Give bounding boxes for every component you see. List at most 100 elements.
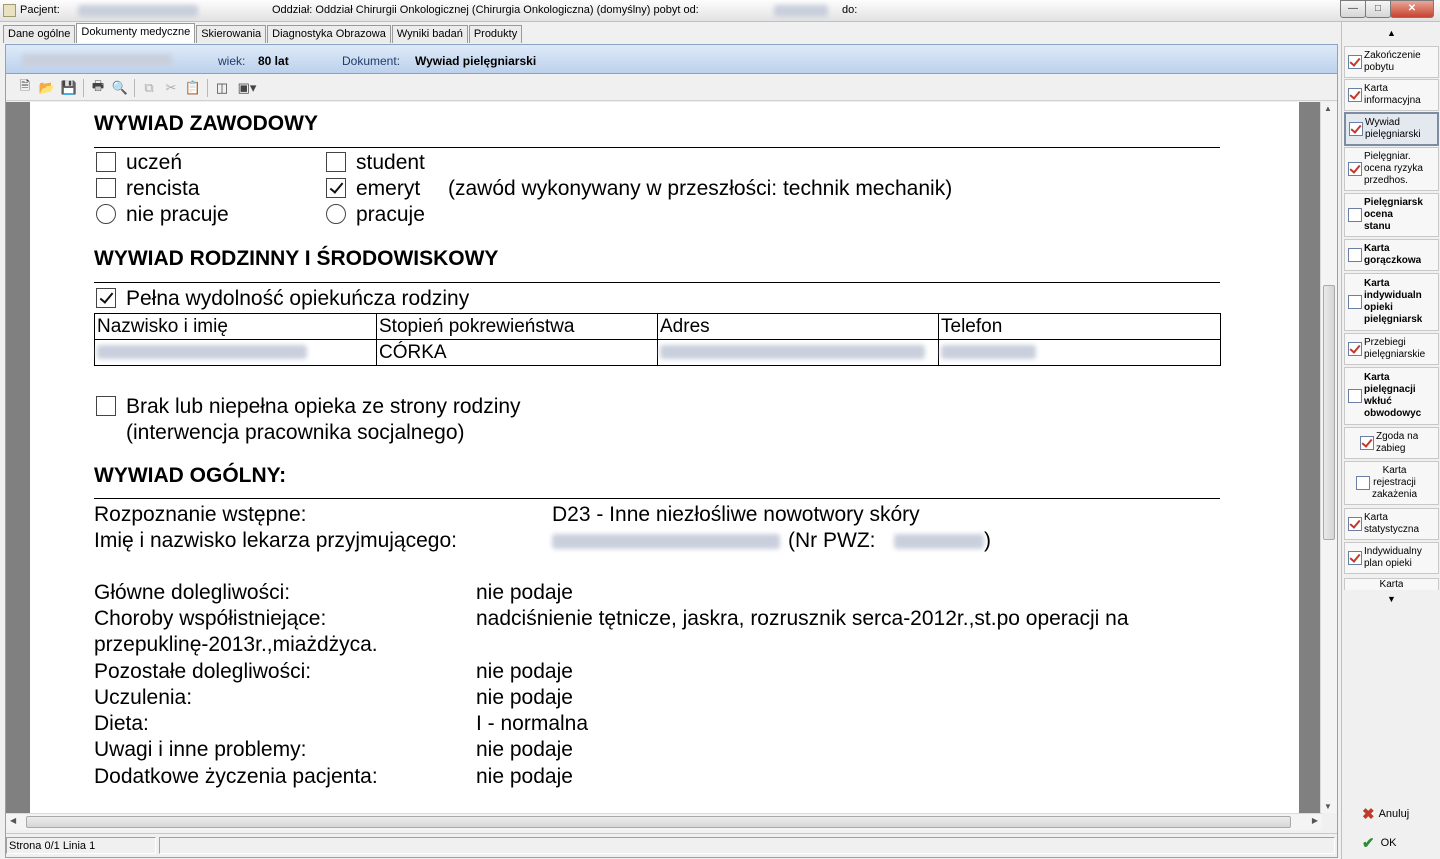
print-preview-icon[interactable]: 🔍 bbox=[109, 78, 131, 98]
horizontal-scrollbar[interactable]: ◀ ▶ bbox=[6, 813, 1322, 830]
sidebar-item-karta-statystyczna[interactable]: Karta statystyczna bbox=[1344, 508, 1439, 540]
document-panel: wiek: 80 lat Dokument: Wywiad pielęgniar… bbox=[5, 44, 1338, 858]
sidebar-scroll-down-icon[interactable]: ▼ bbox=[1344, 592, 1439, 606]
comorbidities-value: nadciśnienie tętnicze, jaskra, rozruszni… bbox=[476, 607, 1129, 630]
cut-icon[interactable]: ✂ bbox=[160, 78, 182, 98]
status-bar: Strona 0/1 Linia 1 bbox=[6, 833, 1337, 857]
document-viewport[interactable]: WYWIAD ZAWODOWY uczeń student rencista e… bbox=[6, 102, 1322, 813]
close-button[interactable]: ✕ bbox=[1390, 0, 1434, 18]
sidebar-item-ocena-ryzyka[interactable]: Pielęgniar. ocena ryzyka przedhos. bbox=[1344, 147, 1439, 191]
tab-dane-ogolne[interactable]: Dane ogólne bbox=[3, 25, 76, 43]
checkbox-rencista[interactable] bbox=[96, 178, 116, 198]
checklist-icon bbox=[1348, 55, 1362, 69]
checklist-icon bbox=[1348, 162, 1362, 176]
checkbox-lack-family-care[interactable] bbox=[96, 396, 116, 416]
checklist-icon bbox=[1348, 88, 1362, 102]
contact-address-cell bbox=[657, 339, 939, 366]
document-icon bbox=[1348, 389, 1362, 403]
open-folder-icon[interactable]: 📂 bbox=[36, 78, 58, 98]
ok-label: OK bbox=[1380, 837, 1397, 849]
option-student-label: student bbox=[356, 151, 425, 174]
sidebar-item-ocena-stanu[interactable]: Pielęgniarsk ocena stanu bbox=[1344, 193, 1439, 237]
document-sidebar: ▲ Zakończenie pobytu Karta informacyjna … bbox=[1341, 22, 1440, 859]
sidebar-item-label: Karta indywidualn opieki pielęgniarsk bbox=[1364, 278, 1423, 325]
sidebar-item-karta-rejestracji-zakazenia[interactable]: Karta rejestracji zakażenia bbox=[1344, 461, 1439, 505]
save-icon[interactable]: 💾 bbox=[58, 78, 80, 98]
checkbox-student[interactable] bbox=[326, 152, 346, 172]
app-icon bbox=[3, 4, 16, 17]
scroll-down-icon[interactable]: ▼ bbox=[1324, 802, 1332, 811]
document-icon bbox=[1348, 248, 1362, 262]
option-emeryt-label: emeryt bbox=[356, 177, 421, 200]
sidebar-item-label: Indywidualny plan opieki bbox=[1364, 546, 1422, 569]
sidebar-scroll-up-icon[interactable]: ▲ bbox=[1344, 26, 1439, 40]
print-icon[interactable]: 🖶 bbox=[87, 78, 109, 98]
option-uczen-label: uczeń bbox=[126, 151, 183, 174]
sidebar-item-przebiegi-pielegniarskie[interactable]: Przebiegi pielęgniarskie bbox=[1344, 333, 1439, 365]
radio-nie-pracuje[interactable] bbox=[96, 204, 116, 224]
notes-value: nie podaje bbox=[476, 738, 573, 761]
tab-skierowania[interactable]: Skierowania bbox=[196, 25, 267, 43]
option-nie-pracuje-label: nie pracuje bbox=[126, 203, 229, 226]
scroll-left-icon[interactable]: ◀ bbox=[10, 816, 16, 825]
pwz-label: (Nr PWZ: bbox=[788, 529, 876, 552]
view-dropdown-icon[interactable]: ▣▾ bbox=[233, 78, 261, 98]
new-document-icon[interactable]: 🗎 bbox=[14, 78, 36, 98]
heading-rule bbox=[94, 498, 1220, 499]
sidebar-item-karta-goraczkowa[interactable]: Karta gorączkowa bbox=[1344, 239, 1439, 271]
sidebar-item-zakonczenie-pobytu[interactable]: Zakończenie pobytu bbox=[1344, 46, 1439, 78]
sidebar-item-karta-partial[interactable]: Karta bbox=[1344, 578, 1439, 590]
sidebar-item-karta-informacyjna[interactable]: Karta informacyjna bbox=[1344, 79, 1439, 111]
checkbox-emeryt[interactable] bbox=[326, 178, 346, 198]
copy-icon[interactable]: ⧉ bbox=[138, 78, 160, 98]
sidebar-item-label: Karta informacyjna bbox=[1364, 83, 1421, 106]
main-complaints-value: nie podaje bbox=[476, 581, 573, 604]
tab-produkty[interactable]: Produkty bbox=[468, 25, 523, 43]
pwz-number-redacted bbox=[894, 534, 984, 549]
contact-phone-cell bbox=[938, 339, 1221, 366]
sidebar-item-label: Zgoda na zabieg bbox=[1376, 431, 1419, 454]
family-contact-table: Nazwisko i imię Stopień pokrewieństwa Ad… bbox=[94, 313, 1221, 366]
maximize-button[interactable]: □ bbox=[1365, 0, 1391, 18]
checkbox-uczen[interactable] bbox=[96, 152, 116, 172]
sidebar-item-wywiad-pielegniarski[interactable]: Wywiad pielęgniarski bbox=[1344, 112, 1439, 146]
sidebar-item-karta-pielegnacji-wkluc[interactable]: Karta pielęgnacji wkłuć obwodowyc bbox=[1344, 367, 1439, 425]
tab-dokumenty-medyczne[interactable]: Dokumenty medyczne bbox=[76, 23, 196, 43]
pwz-close: ) bbox=[984, 529, 991, 552]
age-label: wiek: bbox=[218, 54, 246, 68]
checklist-icon bbox=[1348, 517, 1362, 531]
tab-diagnostyka-obrazowa[interactable]: Diagnostyka Obrazowa bbox=[267, 25, 391, 43]
minimize-button[interactable]: — bbox=[1340, 0, 1366, 18]
layout-icon[interactable]: ◫ bbox=[211, 78, 233, 98]
ok-button[interactable]: ✔ OK bbox=[1362, 833, 1432, 853]
editor-toolbar: 🗎 📂 💾 🖶 🔍 ⧉ ✂ 📋 ◫ ▣▾ bbox=[6, 75, 1337, 101]
general-heading: WYWIAD OGÓLNY: bbox=[94, 464, 287, 487]
sidebar-item-karta-indywidualnej-opieki[interactable]: Karta indywidualn opieki pielęgniarsk bbox=[1344, 273, 1439, 331]
cancel-button[interactable]: ✖ Anuluj bbox=[1362, 804, 1432, 824]
horizontal-scroll-thumb[interactable] bbox=[26, 816, 1291, 828]
sidebar-item-label: Pielęgniarsk ocena stanu bbox=[1364, 197, 1423, 232]
radio-pracuje[interactable] bbox=[326, 204, 346, 224]
sidebar-item-plan-opieki[interactable]: Indywidualny plan opieki bbox=[1344, 542, 1439, 574]
sidebar-item-label: Karta statystyczna bbox=[1364, 512, 1420, 535]
toolbar-divider bbox=[83, 78, 84, 97]
stay-to-label: do: bbox=[842, 4, 858, 16]
checklist-icon bbox=[1348, 342, 1362, 356]
vertical-scroll-thumb[interactable] bbox=[1323, 285, 1335, 540]
close-icon: ✖ bbox=[1362, 806, 1375, 823]
tab-wyniki-badan[interactable]: Wyniki badań bbox=[391, 25, 468, 43]
status-empty-cell bbox=[159, 837, 1335, 854]
vertical-scrollbar[interactable]: ▲ ▼ bbox=[1320, 102, 1337, 813]
column-header-name: Nazwisko i imię bbox=[94, 313, 377, 340]
sidebar-item-zgoda-na-zabieg[interactable]: Zgoda na zabieg bbox=[1344, 427, 1439, 459]
scroll-right-icon[interactable]: ▶ bbox=[1312, 816, 1318, 825]
table-row: CÓRKA bbox=[94, 339, 1221, 366]
contact-address-redacted bbox=[660, 345, 925, 360]
patient-name-redacted bbox=[78, 5, 198, 17]
scroll-up-icon[interactable]: ▲ bbox=[1324, 104, 1332, 113]
paste-icon[interactable]: 📋 bbox=[182, 78, 204, 98]
full-family-care-label: Pełna wydolność opiekuńcza rodziny bbox=[126, 287, 470, 310]
checkbox-full-family-care[interactable] bbox=[96, 288, 116, 308]
family-heading: WYWIAD RODZINNY I ŚRODOWISKOWY bbox=[94, 247, 499, 270]
option-rencista-label: rencista bbox=[126, 177, 200, 200]
